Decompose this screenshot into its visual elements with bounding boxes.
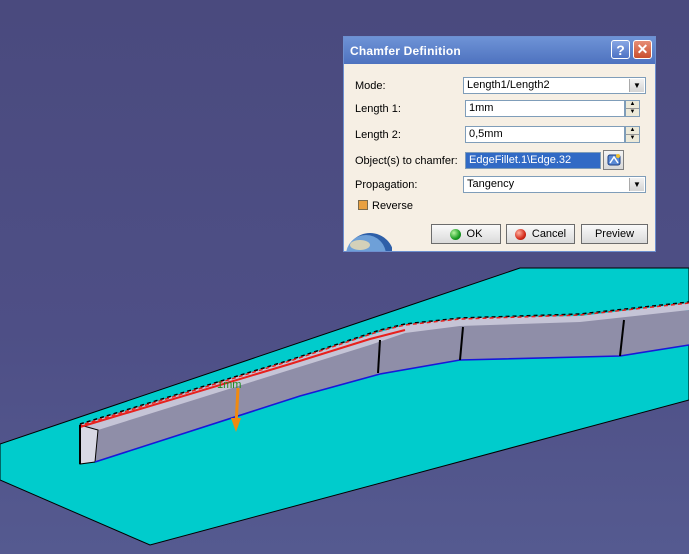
question-icon[interactable]: ? bbox=[611, 40, 630, 59]
edge-selection-icon bbox=[607, 154, 620, 166]
length2-label: Length 2: bbox=[355, 129, 401, 141]
propagation-select[interactable]: Tangency ▼ bbox=[463, 176, 646, 193]
ok-label: OK bbox=[466, 228, 483, 240]
dialog-title: Chamfer Definition bbox=[350, 44, 461, 58]
base-plate[interactable] bbox=[0, 267, 689, 546]
chamfer-length-annotation: 1mm bbox=[217, 379, 241, 391]
preview-label: Preview bbox=[594, 228, 635, 240]
mode-value: Length1/Length2 bbox=[467, 79, 550, 91]
edge-selection-button[interactable] bbox=[603, 150, 624, 170]
length1-spinner[interactable]: ▲ ▼ bbox=[625, 100, 640, 117]
length1-input[interactable]: 1mm bbox=[465, 100, 625, 117]
mode-label: Mode: bbox=[355, 80, 386, 92]
chevron-down-icon[interactable]: ▼ bbox=[629, 178, 644, 191]
objects-value: EdgeFillet.1\Edge.32 bbox=[469, 154, 572, 166]
propagation-value: Tangency bbox=[467, 178, 515, 190]
close-icon[interactable]: ✕ bbox=[633, 40, 652, 59]
dialog-titlebar[interactable]: Chamfer Definition ? ✕ bbox=[344, 37, 655, 64]
reverse-checkbox[interactable] bbox=[358, 200, 368, 210]
length1-value: 1mm bbox=[469, 102, 494, 114]
chevron-down-icon[interactable]: ▼ bbox=[629, 79, 644, 92]
cancel-button[interactable]: Cancel bbox=[506, 224, 575, 244]
ok-button[interactable]: OK bbox=[431, 224, 501, 244]
ok-icon bbox=[449, 228, 461, 240]
length2-value: 0,5mm bbox=[469, 128, 503, 140]
globe-icon bbox=[346, 233, 392, 251]
mode-select[interactable]: Length1/Length2 ▼ bbox=[463, 77, 646, 94]
objects-label: Object(s) to chamfer: bbox=[355, 155, 458, 167]
cancel-icon bbox=[514, 228, 526, 240]
objects-to-chamfer-field[interactable]: EdgeFillet.1\Edge.32 bbox=[465, 152, 601, 169]
length2-spinner[interactable]: ▲ ▼ bbox=[625, 126, 640, 143]
cancel-label: Cancel bbox=[531, 228, 567, 240]
length1-label: Length 1: bbox=[355, 103, 401, 115]
spin-down-icon[interactable]: ▼ bbox=[626, 135, 639, 142]
spin-up-icon[interactable]: ▲ bbox=[626, 127, 639, 135]
spin-up-icon[interactable]: ▲ bbox=[626, 101, 639, 109]
part-end-face[interactable] bbox=[79, 424, 99, 465]
preview-button[interactable]: Preview bbox=[581, 224, 648, 244]
spin-down-icon[interactable]: ▼ bbox=[626, 109, 639, 116]
length2-input[interactable]: 0,5mm bbox=[465, 126, 625, 143]
chamfer-definition-dialog: Chamfer Definition ? ✕ Mode: Length1/Len… bbox=[343, 36, 656, 252]
propagation-label: Propagation: bbox=[355, 179, 418, 191]
reverse-label: Reverse bbox=[372, 200, 413, 212]
